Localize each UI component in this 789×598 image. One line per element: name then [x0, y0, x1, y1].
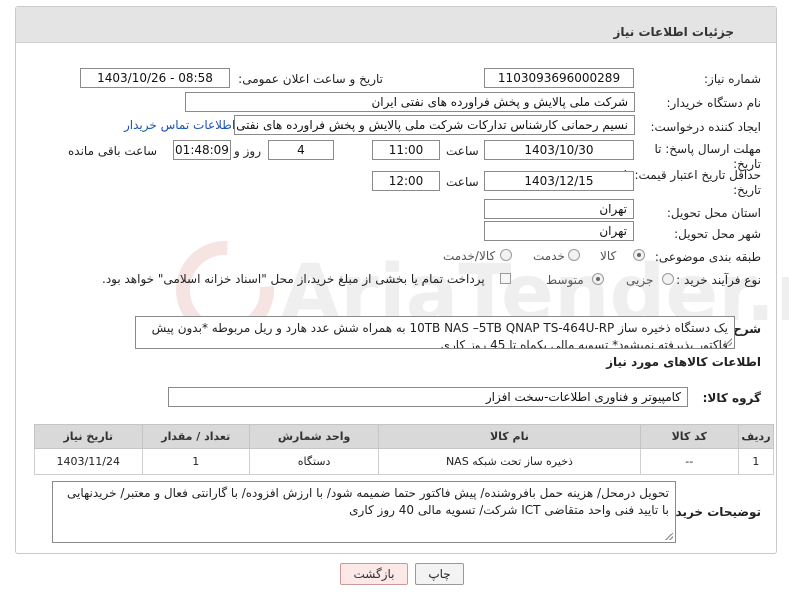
category-label: طبقه بندی موضوعی:: [654, 250, 761, 264]
requester-label: ایجاد کننده درخواست:: [650, 120, 761, 134]
contact-buyer-link[interactable]: اطلاعات تماس خریدار: [124, 118, 235, 132]
need-number-field: 1103093696000289: [484, 68, 634, 88]
send-deadline-label: مهلت ارسال پاسخ: تا: [654, 142, 761, 156]
announce-datetime-field: 1403/10/26 - 08:58: [80, 68, 230, 88]
goods-group-label: گروه کالا:: [702, 391, 761, 405]
day-and-label: روز و: [234, 144, 261, 158]
price-validity-label: حداقل تاریخ اعتبار قیمت: تا: [623, 168, 761, 182]
description-text: یک دستگاه ذخیره ساز 10TB NAS –5TB QNAP T…: [151, 321, 728, 349]
requester-field: نسیم رحمانی کارشناس تدارکات شرکت ملی پال…: [234, 115, 635, 135]
send-date-field: 1403/10/30: [484, 140, 634, 160]
price-validity-label-2: تاریخ:: [733, 183, 761, 197]
item-need-date: 1403/11/24: [34, 448, 143, 475]
category-option-service: خدمت: [533, 249, 565, 263]
remaining-time-field: 01:48:09: [173, 140, 231, 160]
resize-handle-icon[interactable]: [665, 532, 673, 540]
validity-hour-label: ساعت: [446, 175, 479, 189]
announce-datetime-label: تاریخ و ساعت اعلان عمومی:: [238, 72, 383, 86]
need-number-label: شماره نیاز:: [704, 72, 761, 86]
panel-header: جزئیات اطلاعات نیاز: [16, 7, 776, 43]
province-label: استان محل تحویل:: [666, 206, 761, 220]
category-option-goods-service: کالا/خدمت: [443, 249, 496, 263]
buyer-org-label: نام دستگاه خریدار:: [666, 96, 762, 110]
process-type-label: نوع فرآیند خرید :: [676, 273, 761, 287]
col-unit-header: واحد شمارش: [248, 424, 380, 449]
panel-title: جزئیات اطلاعات نیاز: [613, 25, 734, 39]
send-hour-label: ساعت: [446, 144, 479, 158]
print-button[interactable]: چاپ: [415, 563, 464, 585]
col-row-header: ردیف: [737, 424, 775, 449]
process-radio-minor[interactable]: [662, 273, 674, 285]
resize-handle-icon[interactable]: [724, 338, 732, 346]
col-name-header: نام کالا: [378, 424, 641, 449]
item-name: ذخیره ساز تحت شبکه NAS: [378, 448, 641, 475]
category-option-goods: کالا: [600, 249, 617, 263]
col-qty-header: تعداد / مقدار: [141, 424, 251, 449]
goods-group-field: کامپیوتر و فناوری اطلاعات-سخت افزار: [168, 387, 688, 407]
table-row: 1 -- ذخیره ساز تحت شبکه NAS دستگاه 1 140…: [34, 448, 775, 475]
goods-info-title: اطلاعات کالاهای مورد نیاز: [606, 355, 761, 369]
province-field: تهران: [484, 199, 634, 219]
remaining-label: ساعت باقی مانده: [68, 144, 158, 158]
city-label: شهر محل تحویل:: [674, 227, 761, 241]
city-field: تهران: [484, 221, 634, 241]
category-radio-goods-service[interactable]: [500, 249, 512, 261]
process-option-minor: جزیی: [626, 273, 654, 287]
buyer-org-field: شرکت ملی پالایش و پخش فراورده های نفتی ا…: [185, 92, 635, 112]
item-code: --: [639, 448, 739, 475]
days-field: 4: [268, 140, 334, 160]
validity-time-field: 12:00: [372, 171, 440, 191]
row-number: 1: [737, 448, 775, 475]
category-radio-service[interactable]: [568, 249, 580, 261]
process-radio-medium[interactable]: [592, 273, 604, 285]
col-code-header: کد کالا: [639, 424, 739, 449]
description-textarea[interactable]: یک دستگاه ذخیره ساز 10TB NAS –5TB QNAP T…: [135, 316, 735, 349]
col-date-header: تاریخ نیاز: [34, 424, 143, 449]
validity-date-field: 1403/12/15: [484, 171, 634, 191]
item-qty: 1: [141, 448, 251, 475]
back-button[interactable]: بازگشت: [340, 563, 408, 585]
category-radio-goods[interactable]: [633, 249, 645, 261]
buyer-notes-textarea[interactable]: تحویل درمحل/ هزینه حمل بافروشنده/ پیش فا…: [52, 481, 676, 543]
send-time-field: 11:00: [372, 140, 440, 160]
process-option-medium: متوسط: [546, 273, 584, 287]
buyer-notes-text: تحویل درمحل/ هزینه حمل بافروشنده/ پیش فا…: [67, 486, 669, 517]
treasury-note: پرداخت تمام یا بخشی از مبلغ خرید،از محل …: [102, 272, 485, 286]
item-unit: دستگاه: [248, 448, 380, 475]
treasury-checkbox[interactable]: [500, 273, 511, 284]
goods-table: ردیف کد کالا نام کالا واحد شمارش تعداد /…: [34, 424, 775, 475]
